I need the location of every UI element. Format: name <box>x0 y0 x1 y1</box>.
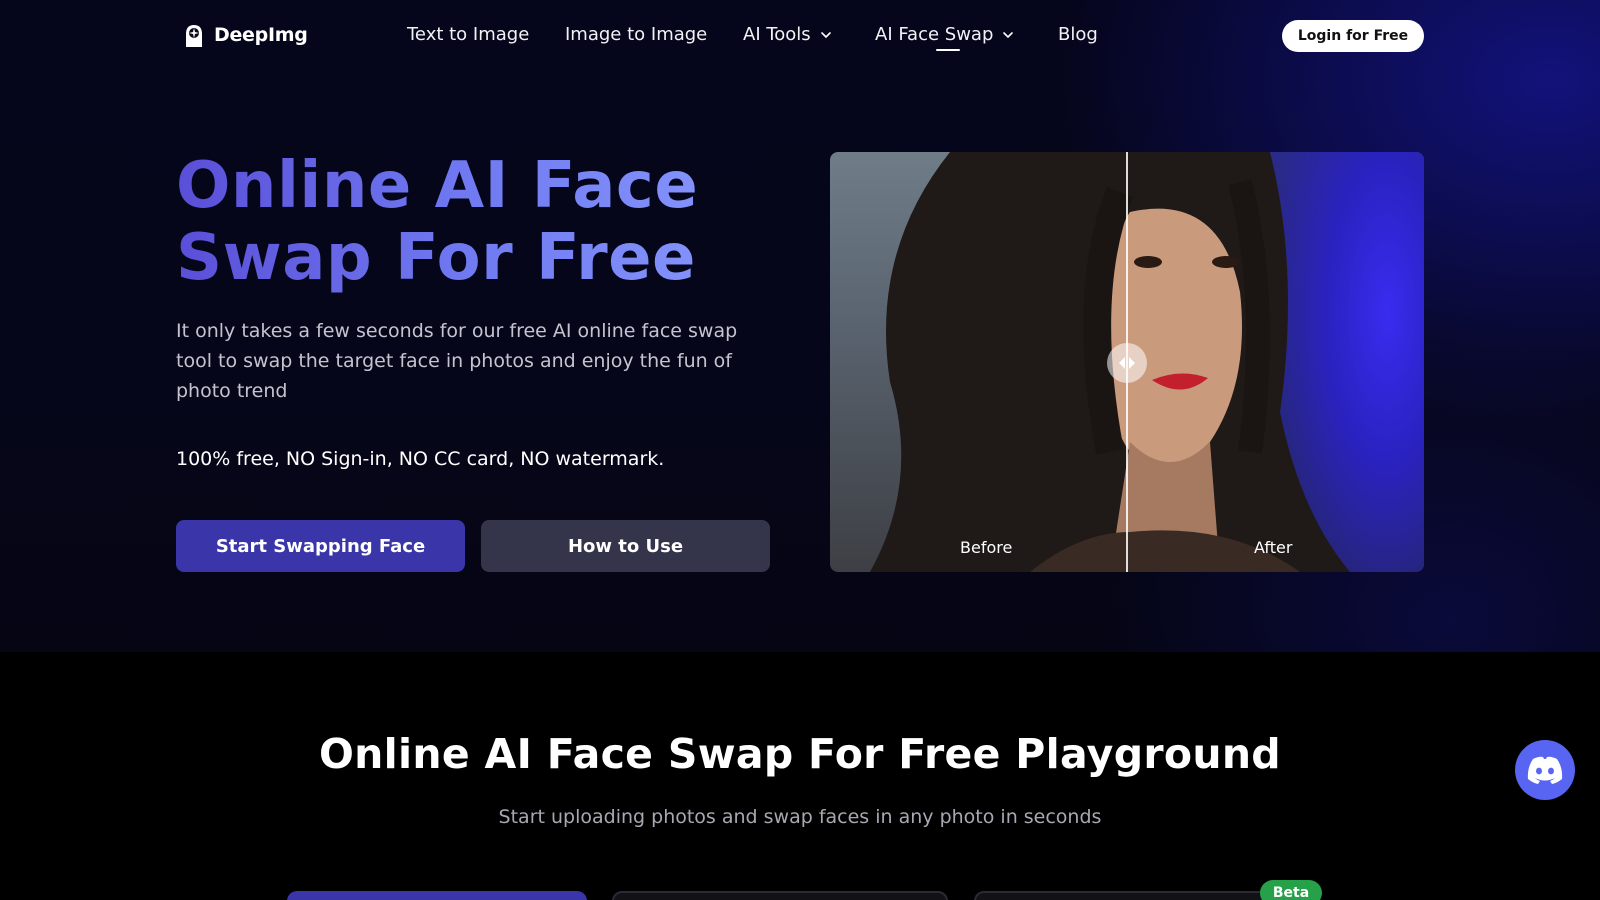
nav-label: Text to Image <box>407 24 530 45</box>
nav-ai-tools[interactable]: AI Tools <box>743 24 831 45</box>
playground-tab[interactable] <box>287 891 587 900</box>
playground-title: Online AI Face Swap For Free Playground <box>319 730 1281 778</box>
logo-text: DeepImg <box>214 24 308 46</box>
before-after-compare[interactable] <box>830 152 1424 572</box>
deepimg-logo-icon <box>182 22 206 48</box>
compare-slider-icon[interactable] <box>1107 343 1147 383</box>
hero-description: It only takes a few seconds for our free… <box>176 320 738 402</box>
playground-subtitle: Start uploading photos and swap faces in… <box>498 806 1102 828</box>
active-nav-indicator <box>936 49 960 51</box>
nav-ai-face-swap[interactable]: AI Face Swap <box>875 24 1014 45</box>
top-nav: DeepImg Text to Image Image to Image AI … <box>0 0 1600 72</box>
nav-text-to-image[interactable]: Text to Image <box>407 24 529 45</box>
nav-label: AI Tools <box>743 24 811 45</box>
after-label: After <box>1254 538 1293 557</box>
discord-icon <box>1527 756 1563 784</box>
how-to-use-button[interactable]: How to Use <box>481 520 770 572</box>
playground-tab[interactable] <box>974 891 1294 900</box>
hero-title-line: Swap For Free <box>176 221 696 295</box>
nav-label: Image to Image <box>565 24 708 45</box>
discord-button[interactable] <box>1515 740 1575 800</box>
nav-image-to-image[interactable]: Image to Image <box>565 24 707 45</box>
nav-label: Blog <box>1058 24 1098 45</box>
logo[interactable]: DeepImg <box>182 22 308 48</box>
chevron-down-icon <box>1003 31 1014 38</box>
nav-blog[interactable]: Blog <box>1058 24 1098 45</box>
hero-title-line: Online AI Face <box>176 149 699 223</box>
hero-section: DeepImg Text to Image Image to Image AI … <box>0 0 1600 652</box>
start-swapping-button[interactable]: Start Swapping Face <box>176 520 465 572</box>
nav-label: AI Face Swap <box>875 24 994 45</box>
playground-tab[interactable] <box>612 891 948 900</box>
hero-free-note: 100% free, NO Sign-in, NO CC card, NO wa… <box>176 448 665 470</box>
login-button[interactable]: Login for Free <box>1282 20 1424 52</box>
beta-badge: Beta <box>1260 880 1322 900</box>
hero-title: Online AI Face Swap For Free <box>176 150 796 294</box>
chevron-down-icon <box>820 31 831 38</box>
before-label: Before <box>960 538 1013 557</box>
